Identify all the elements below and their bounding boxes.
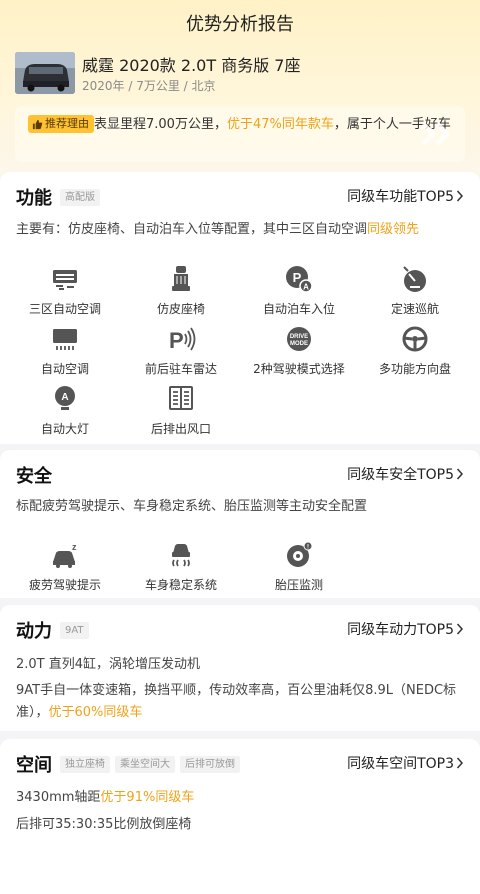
chevron-right-icon <box>456 623 464 635</box>
feature-item: 后排出风口 <box>121 384 241 437</box>
drive-mode-icon: DRIVE MODE <box>287 327 311 351</box>
feature-item: P A 自动泊车入位 <box>239 264 359 317</box>
steering-wheel-icon <box>402 326 428 352</box>
svg-text:!: ! <box>307 545 309 551</box>
svg-text:A: A <box>303 283 309 292</box>
space-tag: 后排可放倒 <box>180 755 240 773</box>
power-tag: 9AT <box>60 621 89 639</box>
power-section: 动力 9AT 同级车动力TOP5 2.0T 直列4缸，涡轮增压发动机 9AT手自… <box>0 605 480 731</box>
safety-header: 安全 <box>16 462 52 488</box>
recommend-reason-tag: 推荐理由 <box>28 115 94 133</box>
feature-item: ! 胎压监测 <box>239 540 359 593</box>
feature-item: 三区自动空调 <box>5 264 125 317</box>
chevron-right-icon <box>456 757 464 769</box>
auto-headlight-icon: A <box>55 386 75 410</box>
power-top5-link[interactable]: 同级车动力TOP5 <box>347 619 464 639</box>
feature-item: P 前后驻车雷达 <box>121 324 241 377</box>
chevron-right-icon <box>456 190 464 202</box>
feature-item: 车身稳定系统 <box>121 540 241 593</box>
power-title: 动力 <box>16 621 52 642</box>
feature-item: 定速巡航 <box>355 264 475 317</box>
stability-icon <box>172 544 190 567</box>
space-title: 空间 <box>16 755 52 776</box>
space-header: 空间 独立座椅 乘坐空间大 后排可放倒 <box>16 751 240 777</box>
space-tag: 乘坐空间大 <box>115 755 175 773</box>
function-tag: 高配版 <box>60 188 100 206</box>
svg-text:A: A <box>61 392 68 403</box>
safety-section: 安全 同级车安全TOP5 标配疲劳驾驶提示、车身稳定系统、胎压监测等主动安全配置… <box>0 450 480 598</box>
function-section: 功能 高配版 同级车功能TOP5 主要有：仿皮座椅、自动泊车入位等配置，其中三区… <box>0 172 480 444</box>
function-desc: 主要有：仿皮座椅、自动泊车入位等配置，其中三区自动空调同级领先 <box>16 222 420 237</box>
recommend-reason-card: 表显里程7.00万公里，优于47%同年款车，属于个人一手好车 推荐理由 <box>15 106 465 162</box>
space-seat-text: 后排可35:30:35比例放倒座椅 <box>16 817 192 832</box>
seat-icon <box>172 266 190 291</box>
safety-desc: 标配疲劳驾驶提示、车身稳定系统、胎压监测等主动安全配置 <box>16 499 368 514</box>
feature-item: 多功能方向盘 <box>355 324 475 377</box>
power-engine-text: 2.0T 直列4缸，涡轮增压发动机 <box>16 657 201 672</box>
feature-item: DRIVE MODE 2种驾驶模式选择 <box>239 324 359 377</box>
climate-vent-icon <box>53 270 77 290</box>
hero-header: 优势分析报告 威霆 2020款 2.0T 商务版 7座 2020年 / 7万公里… <box>0 0 480 190</box>
fatigue-icon: z <box>53 542 77 568</box>
car-thumbnail <box>15 52 75 94</box>
power-gearbox-text: 9AT手自一体变速箱，换挡平顺，传动效率高，百公里油耗仅8.9L（NEDC标准）… <box>16 683 457 720</box>
power-header: 动力 9AT <box>16 617 89 643</box>
feature-item: 自动空调 <box>5 324 125 377</box>
svg-text:P: P <box>169 328 184 353</box>
space-section: 空间 独立座椅 乘坐空间大 后排可放倒 同级车空间TOP3 3430mm轴距优于… <box>0 739 480 894</box>
svg-text:MODE: MODE <box>290 341 308 347</box>
chevron-right-icon <box>456 468 464 480</box>
space-wheelbase-text: 3430mm轴距优于91%同级车 <box>16 790 195 805</box>
safety-top5-link[interactable]: 同级车安全TOP5 <box>347 464 464 484</box>
feature-item: A 自动大灯 <box>5 384 125 437</box>
thumbs-up-icon <box>32 119 43 129</box>
tire-pressure-icon: ! <box>287 541 313 567</box>
function-header: 功能 高配版 <box>16 184 100 210</box>
space-tag: 独立座椅 <box>60 755 110 773</box>
car-meta: 2020年 / 7万公里 / 北京 <box>82 79 216 93</box>
ac-icon <box>53 329 77 350</box>
svg-text:DRIVE: DRIVE <box>290 334 308 340</box>
page-title: 优势分析报告 <box>186 14 294 35</box>
car-name: 威霆 2020款 2.0T 商务版 7座 <box>82 56 301 75</box>
feature-item: z 疲劳驾驶提示 <box>28 542 101 592</box>
parking-radar-icon: P <box>169 327 196 353</box>
safety-title: 安全 <box>16 466 52 487</box>
chevron-decoration-icon <box>421 122 451 146</box>
rear-vent-icon <box>169 386 193 410</box>
speedometer-icon <box>403 266 426 292</box>
auto-park-icon: P A <box>286 266 313 293</box>
svg-text:z: z <box>72 542 77 552</box>
function-title: 功能 <box>16 188 52 209</box>
function-top5-link[interactable]: 同级车功能TOP5 <box>347 186 464 206</box>
feature-item: 仿皮座椅 <box>121 264 241 317</box>
space-top3-link[interactable]: 同级车空间TOP3 <box>347 753 464 773</box>
